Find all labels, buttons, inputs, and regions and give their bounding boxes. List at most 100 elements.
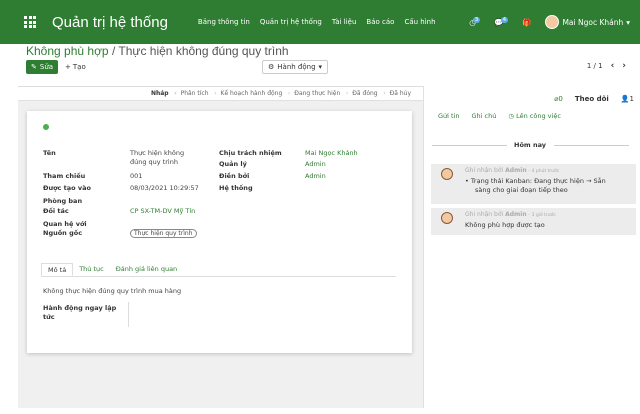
schedule-activity-label: Lên công việc xyxy=(516,112,561,120)
stage-draft[interactable]: Nháp xyxy=(145,90,176,97)
menu-system-admin[interactable]: Quản trị hệ thống xyxy=(260,18,322,26)
created-value: 08/03/2021 10:29:57 xyxy=(130,184,199,192)
breadcrumb-separator: / xyxy=(111,44,116,58)
systray: ◷ 3 💬 4 🎁 Mai Ngoc Khánh ▾ xyxy=(469,0,630,44)
clock-icon: ◷ xyxy=(508,112,515,120)
top-menu: Bảng thông tin Quản trị hệ thống Tài liệ… xyxy=(198,18,436,26)
source-tag[interactable]: Thực hiện quy trình xyxy=(130,229,197,238)
followers-count: 0 xyxy=(558,95,563,103)
activity-badge: 3 xyxy=(472,16,481,23)
user-name: Mai Ngoc Khánh xyxy=(562,17,624,27)
chevron-left-icon[interactable]: ‹ xyxy=(611,61,615,71)
immediate-action-label-line2: tức xyxy=(43,313,55,321)
messages-badge: 4 xyxy=(500,16,509,23)
message-author: Ghi nhận bởi Admin - 4 phút trước xyxy=(465,167,560,174)
chevron-down-icon: ▾ xyxy=(626,17,630,27)
created-label: Được tạo vào xyxy=(43,184,91,192)
messages-button[interactable]: 💬 4 xyxy=(494,16,509,27)
menu-reports[interactable]: Báo cáo xyxy=(366,18,394,26)
stage-statusbar: Nháp Phân tích Kế hoạch hành động Đang t… xyxy=(18,87,423,101)
action-dropdown[interactable]: ⚙ Hành động ▾ xyxy=(262,60,329,74)
notebook-tabs: Mô tả Thủ tục Đánh giá liên quan xyxy=(41,263,396,277)
message-body-line1: • Trạng thái Kanban: Đang thực hiện → Sẵ… xyxy=(465,177,606,185)
avatar xyxy=(441,212,453,224)
stage-analysis[interactable]: Phân tích xyxy=(175,90,217,97)
chatter-topbar: ⌀0 Theo dõi 👤1 xyxy=(424,95,634,103)
responsible-value[interactable]: Mai Ngọc Khánh xyxy=(305,149,358,157)
avatar xyxy=(545,15,560,29)
name-value-line2: đúng quy trình xyxy=(130,158,178,166)
activity-button[interactable]: ◷ 3 xyxy=(469,16,481,27)
menu-documents[interactable]: Tài liệu xyxy=(332,18,357,26)
form-sheet: Tên Thực hiện không đúng quy trình Tham … xyxy=(27,111,412,353)
plus-icon: + xyxy=(65,63,71,71)
people-button[interactable]: 👤1 xyxy=(621,95,634,103)
chatter-panel: ⌀0 Theo dõi 👤1 Gửi tin Ghi chú ◷ Lên côn… xyxy=(423,86,640,408)
divider xyxy=(432,145,507,146)
partner-value[interactable]: CP SX-TM-DV Mỹ Tín xyxy=(130,207,195,215)
pencil-icon: ✎ xyxy=(31,63,37,71)
tab-related-review[interactable]: Đánh giá liên quan xyxy=(110,263,183,276)
chatter-message: Ghi nhận bởi Admin - 4 phút trước • Trạn… xyxy=(431,164,636,204)
menu-dashboard[interactable]: Bảng thông tin xyxy=(198,18,250,26)
partner-label: Đối tác xyxy=(43,207,69,215)
breadcrumb-parent[interactable]: Không phù hợp xyxy=(26,44,109,58)
wrench-icon: ⚙ xyxy=(268,63,275,71)
user-icon: 👤 xyxy=(620,95,630,103)
description-text[interactable]: Không thực hiện đúng quy trình mua hàng xyxy=(43,287,181,295)
followers-button[interactable]: ⌀0 xyxy=(554,95,563,103)
top-navbar: Quản trị hệ thống Bảng thông tin Quản tr… xyxy=(0,0,640,44)
menu-configuration[interactable]: Cấu hình xyxy=(404,18,435,26)
ref-label: Tham chiếu xyxy=(43,172,86,180)
avatar xyxy=(441,168,453,180)
app-title: Quản trị hệ thống xyxy=(52,13,168,31)
control-panel: Không phù hợp / Thực hiện không đúng quy… xyxy=(18,44,638,86)
message-author: Ghi nhận bởi Admin - 3 giờ trước xyxy=(465,211,556,218)
divider xyxy=(554,145,629,146)
form-view: Nháp Phân tích Kế hoạch hành động Đang t… xyxy=(18,86,423,408)
follow-button[interactable]: Theo dõi xyxy=(575,95,609,103)
filled-by-value[interactable]: Admin xyxy=(305,172,326,180)
source-label: Nguồn gốc xyxy=(43,229,83,237)
ref-value: 001 xyxy=(130,172,143,180)
chevron-right-icon[interactable]: › xyxy=(622,61,626,71)
stage-action-plan[interactable]: Kế hoạch hành động xyxy=(215,90,291,97)
people-count: 1 xyxy=(629,95,634,103)
action-label: Hành động xyxy=(277,63,316,71)
name-value-line1: Thực hiện không xyxy=(130,149,185,157)
chatter-actions: Gửi tin Ghi chú ◷ Lên công việc xyxy=(438,112,561,120)
breadcrumb: Không phù hợp / Thực hiện không đúng quy… xyxy=(26,44,289,58)
date-separator: Hôm nay xyxy=(514,141,546,149)
create-button[interactable]: + Tạo xyxy=(61,60,90,74)
stage-closed[interactable]: Đã đóng xyxy=(346,90,386,97)
manager-label: Quản lý xyxy=(219,160,247,168)
chatter-message: Ghi nhận bởi Admin - 3 giờ trước Không p… xyxy=(431,208,636,235)
create-label: Tạo xyxy=(72,63,86,71)
responsible-label: Chịu trách nhiệm xyxy=(219,149,282,157)
schedule-activity-button[interactable]: ◷ Lên công việc xyxy=(508,112,561,120)
log-note-button[interactable]: Ghi chú xyxy=(472,112,497,120)
message-body-line2: sàng cho giai đoạn tiếp theo xyxy=(475,186,568,194)
kanban-state-dot[interactable] xyxy=(43,124,49,130)
send-message-button[interactable]: Gửi tin xyxy=(438,112,460,120)
tab-description[interactable]: Mô tả xyxy=(41,263,74,276)
name-label: Tên xyxy=(43,149,56,157)
caret-down-icon: ▾ xyxy=(318,63,323,71)
manager-value[interactable]: Admin xyxy=(305,160,326,168)
contact-label: Quan hệ với xyxy=(43,220,87,228)
edit-label: Sửa xyxy=(39,63,54,71)
breadcrumb-current: Thực hiện không đúng quy trình xyxy=(118,44,289,58)
divider xyxy=(128,302,129,327)
tab-procedure[interactable]: Thủ tục xyxy=(73,263,110,276)
pager: 1 / 1 ‹ › xyxy=(587,61,626,71)
message-body: Không phù hợp được tạo xyxy=(465,221,545,229)
stage-in-progress[interactable]: Đang thực hiện xyxy=(288,90,348,97)
edit-button[interactable]: ✎ Sửa xyxy=(26,60,59,74)
stage-cancelled[interactable]: Đã hủy xyxy=(384,90,417,97)
apps-menu-icon[interactable] xyxy=(24,15,38,29)
filled-by-label: Điền bởi xyxy=(219,172,250,180)
user-menu[interactable]: Mai Ngoc Khánh ▾ xyxy=(545,15,630,29)
pager-value[interactable]: 1 / 1 xyxy=(587,62,603,70)
system-label: Hệ thống xyxy=(219,184,253,192)
gift-icon[interactable]: 🎁 xyxy=(522,18,531,27)
